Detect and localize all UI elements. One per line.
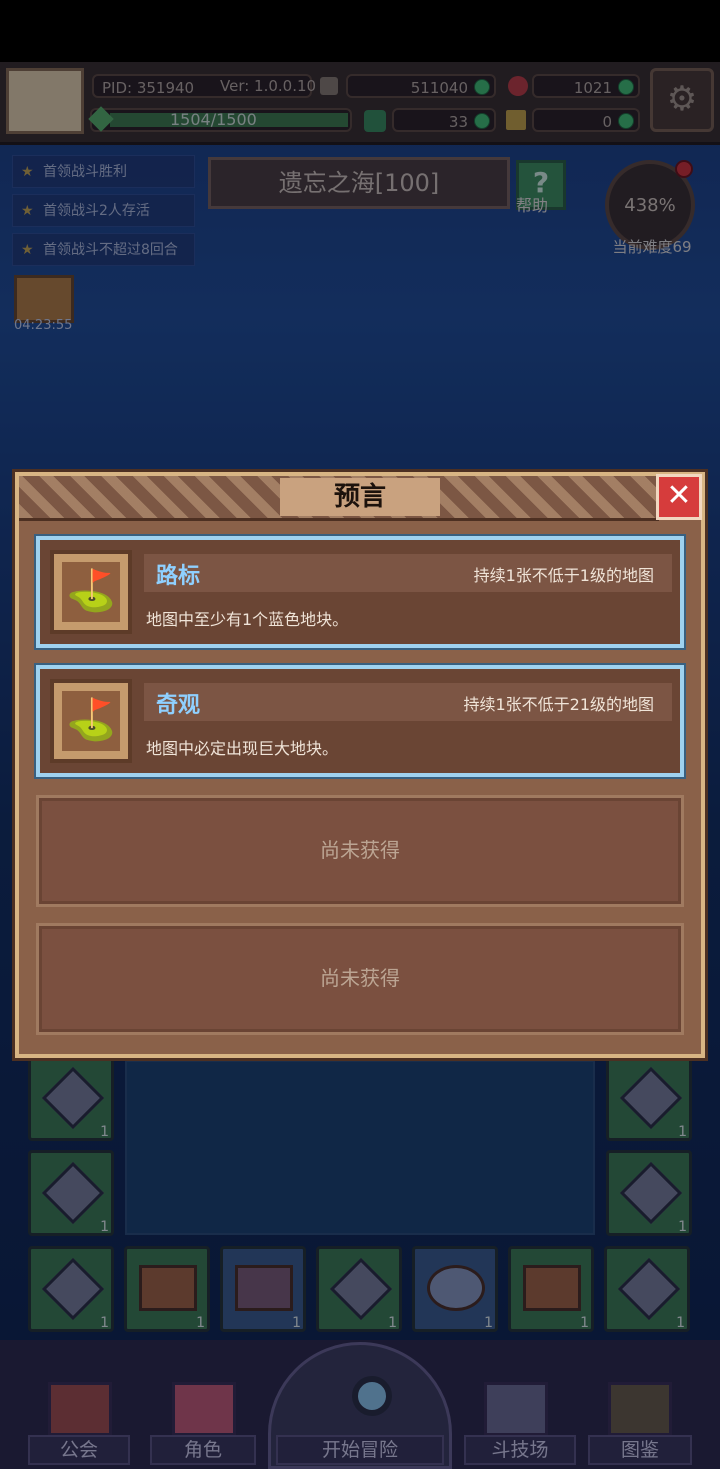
close-icon: ✕ [666,478,692,513]
card-name: 奇观 [156,693,201,718]
prophecy-card[interactable]: ⛳ 奇观 持续1张不低于21级的地图 地图中必定出现巨大地块。 [36,665,684,777]
close-button[interactable]: ✕ [656,474,702,520]
card-name: 路标 [156,564,201,589]
signpost-icon: ⛳ [62,562,120,622]
card-condition: 持续1张不低于21级的地图 [463,695,654,714]
card-condition: 持续1张不低于1级的地图 [473,566,654,585]
signpost-icon: ⛳ [62,691,120,751]
game-screen: PID: 351940 Ver: 1.0.0.10 511040 1021 15… [0,0,720,1469]
card-description: 地图中至少有1个蓝色地块。 [146,610,349,629]
prophecy-card[interactable]: ⛳ 路标 持续1张不低于1级的地图 地图中至少有1个蓝色地块。 [36,536,684,648]
empty-prophecy-slot: 尚未获得 [36,923,684,1035]
card-description: 地图中必定出现巨大地块。 [146,739,339,758]
dialog-title: 预言 [280,478,440,516]
empty-prophecy-slot: 尚未获得 [36,795,684,907]
signpost-icon-frame: ⛳ [50,679,132,763]
signpost-icon-frame: ⛳ [50,550,132,634]
